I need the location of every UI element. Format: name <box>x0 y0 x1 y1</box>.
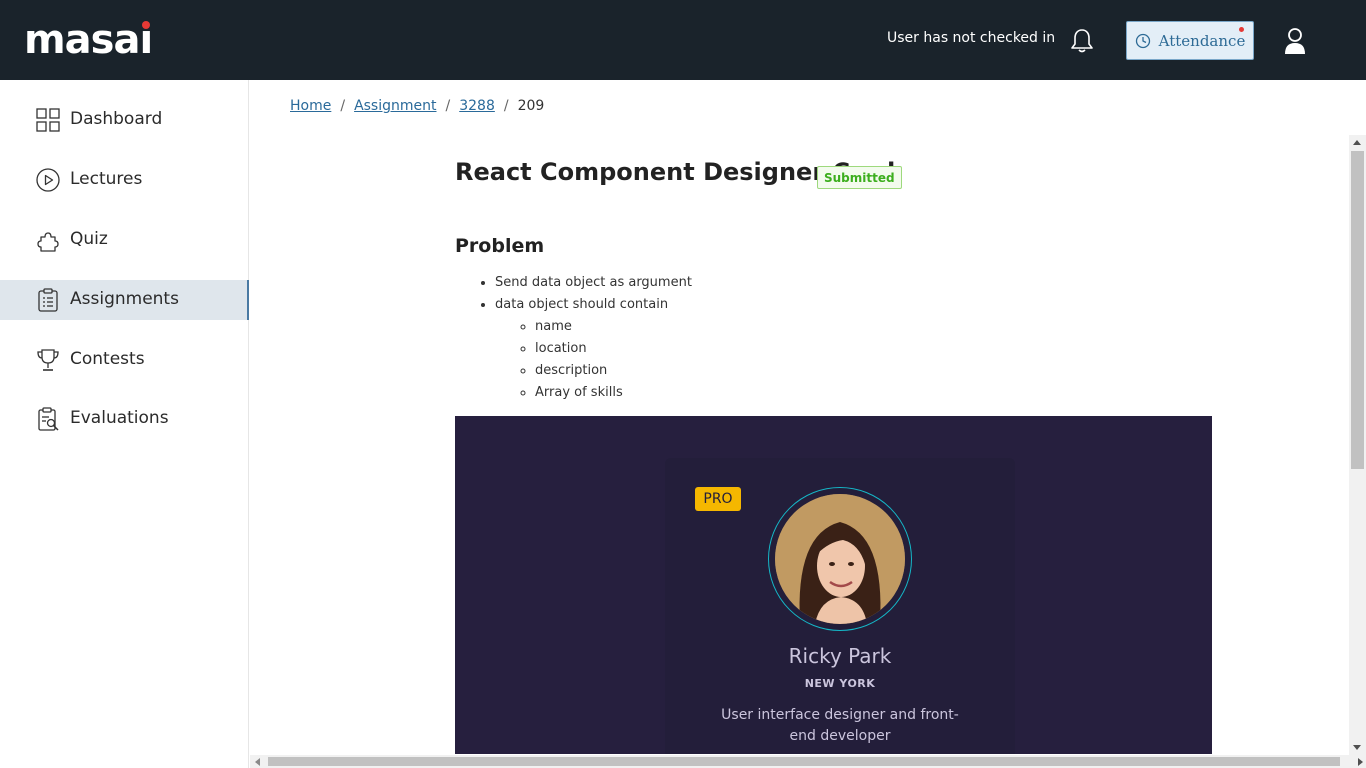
logo-dot <box>141 21 150 29</box>
top-navbar: mas aı User has not checked in Attendance <box>0 0 1366 80</box>
puzzle-icon <box>37 232 59 252</box>
avatar <box>775 494 905 624</box>
sidebar-item-label: Assignments <box>70 289 179 309</box>
trophy-icon <box>37 349 59 371</box>
sidebar-item-label: Evaluations <box>70 408 169 428</box>
sidebar: Dashboard Lectures Quiz Assignments Cont… <box>0 80 249 768</box>
breadcrumb-course-link[interactable]: 3288 <box>459 98 495 114</box>
sidebar-item-dashboard[interactable]: Dashboard <box>0 100 249 140</box>
horizontal-scrollbar[interactable] <box>250 755 1366 768</box>
status-badge: Submitted <box>817 166 902 189</box>
list-item: Array of skills <box>535 382 692 404</box>
attendance-label: Attendance <box>1158 31 1246 50</box>
logo-text-main: mas <box>24 17 114 63</box>
scrollbar-thumb[interactable] <box>1351 151 1364 469</box>
preview-image: PRO Ricky Park NEW YORK User interface d… <box>455 416 1212 754</box>
problem-list: Send data object as argument data object… <box>475 272 692 404</box>
sidebar-item-label: Dashboard <box>70 109 163 129</box>
breadcrumb: Home / Assignment / 3288 / 209 <box>290 98 544 114</box>
profile-name: Ricky Park <box>788 644 892 668</box>
checkin-status: User has not checked in <box>887 30 1056 46</box>
sidebar-item-assignments[interactable]: Assignments <box>0 280 249 320</box>
sidebar-item-lectures[interactable]: Lectures <box>0 160 249 200</box>
breadcrumb-separator: / <box>503 98 509 114</box>
sidebar-item-contests[interactable]: Contests <box>0 340 249 380</box>
dashboard-grid-icon <box>36 108 60 132</box>
breadcrumb-current: 209 <box>517 98 545 114</box>
list-item: description <box>535 360 692 382</box>
sub-list: name location description Array of skill… <box>495 316 692 404</box>
user-icon[interactable] <box>1282 27 1308 55</box>
scrollbar-thumb[interactable] <box>268 757 1340 766</box>
vertical-scrollbar[interactable] <box>1349 135 1366 755</box>
breadcrumb-separator: / <box>340 98 346 114</box>
evaluation-icon <box>38 407 59 431</box>
masai-logo[interactable]: mas aı <box>24 16 153 64</box>
sidebar-item-evaluations[interactable]: Evaluations <box>0 399 249 439</box>
sidebar-item-quiz[interactable]: Quiz <box>0 220 249 260</box>
sidebar-item-label: Lectures <box>70 169 143 189</box>
clock-icon <box>1135 33 1150 48</box>
bell-icon[interactable] <box>1068 27 1096 55</box>
scroll-left-arrow-icon[interactable] <box>255 758 260 766</box>
breadcrumb-home-link[interactable]: Home <box>290 98 331 114</box>
profile-description: User interface designer and front-end de… <box>721 707 959 744</box>
attendance-button[interactable]: Attendance <box>1126 21 1254 60</box>
sidebar-item-label: Contests <box>70 349 145 369</box>
list-item: Send data object as argument <box>495 272 692 294</box>
avatar-portrait-image <box>775 494 905 624</box>
scroll-down-arrow-icon[interactable] <box>1353 745 1361 750</box>
logo-text-end: aı <box>113 17 153 63</box>
list-item: data object should contain name location… <box>495 294 692 404</box>
breadcrumb-separator: / <box>445 98 451 114</box>
notification-dot <box>1239 27 1244 32</box>
pro-badge: PRO <box>695 487 741 511</box>
list-item: location <box>535 338 692 360</box>
sidebar-item-label: Quiz <box>70 229 108 249</box>
scroll-right-arrow-icon[interactable] <box>1358 758 1363 766</box>
play-circle-icon <box>36 168 60 192</box>
breadcrumb-assignment-link[interactable]: Assignment <box>354 98 436 114</box>
problem-heading: Problem <box>455 235 545 257</box>
profile-location: NEW YORK <box>804 677 876 690</box>
clipboard-icon <box>38 288 58 312</box>
scroll-up-arrow-icon[interactable] <box>1353 140 1361 145</box>
list-item: name <box>535 316 692 338</box>
